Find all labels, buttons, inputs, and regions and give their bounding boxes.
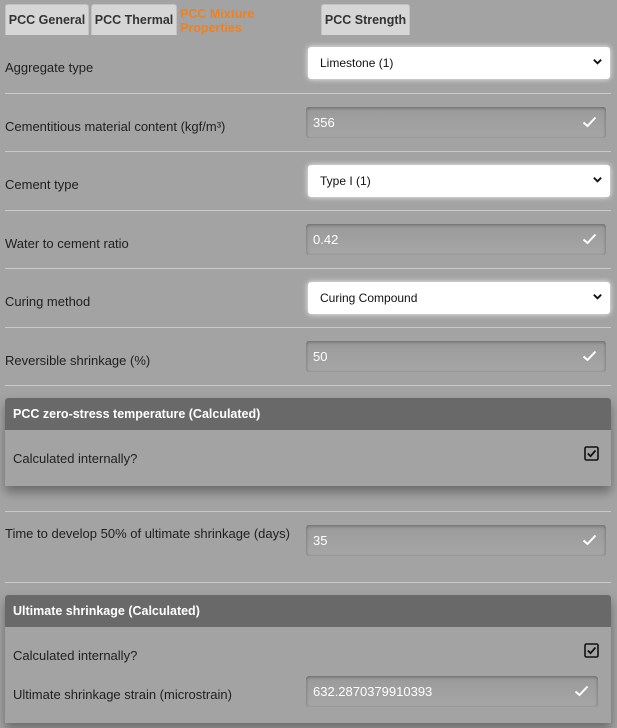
cement-type-value: Type I (1) <box>320 174 371 188</box>
check-icon <box>582 350 597 362</box>
ultimate-strain-value: 632.2870379910393 <box>313 684 433 699</box>
cementitious-content-input[interactable]: 356 <box>306 107 606 138</box>
chevron-down-icon <box>593 59 602 65</box>
reversible-shrinkage-value: 50 <box>313 349 328 364</box>
cement-type-select[interactable]: Type I (1) <box>308 165 610 197</box>
reversible-shrinkage-input[interactable]: 50 <box>306 341 606 372</box>
time-50-input[interactable]: 35 <box>306 525 606 556</box>
check-icon <box>582 233 597 245</box>
curing-method-value: Curing Compound <box>320 291 418 305</box>
divider <box>5 268 611 269</box>
water-cement-ratio-input[interactable]: 0.42 <box>306 224 606 255</box>
time-50-label: Time to develop 50% of ultimate shrinkag… <box>5 526 290 541</box>
divider <box>5 210 611 211</box>
ultimate-strain-input[interactable]: 632.2870379910393 <box>306 676 598 707</box>
divider <box>5 385 611 386</box>
tab-bar: PCC General PCC Thermal PCC Mixture Prop… <box>0 0 617 37</box>
divider <box>5 327 611 328</box>
aggregate-type-select[interactable]: Limestone (1) <box>308 47 610 79</box>
tab-pcc-general[interactable]: PCC General <box>5 4 89 35</box>
check-icon <box>582 534 597 546</box>
chevron-down-icon <box>593 294 602 300</box>
chevron-down-icon <box>593 177 602 183</box>
aggregate-type-value: Limestone (1) <box>320 56 394 70</box>
ultimate-strain-label: Ultimate shrinkage strain (microstrain) <box>13 687 232 702</box>
zero-stress-temperature-card: PCC zero-stress temperature (Calculated)… <box>5 398 611 486</box>
curing-method-label: Curing method <box>5 294 91 309</box>
reversible-shrinkage-label: Reversible shrinkage (%) <box>5 353 151 368</box>
cementitious-content-value: 356 <box>313 115 335 130</box>
water-cement-ratio-value: 0.42 <box>313 232 339 247</box>
cement-type-label: Cement type <box>5 177 79 192</box>
checkbox-checked-icon[interactable] <box>584 446 599 461</box>
water-cement-ratio-label: Water to cement ratio <box>5 236 129 251</box>
tab-pcc-mixture-properties[interactable]: PCC Mixture Properties <box>179 4 319 37</box>
checkbox-checked-icon[interactable] <box>584 643 599 658</box>
tab-pcc-thermal[interactable]: PCC Thermal <box>91 4 177 35</box>
ultimate-shrinkage-card-title: Ultimate shrinkage (Calculated) <box>5 595 611 627</box>
tab-pcc-strength[interactable]: PCC Strength <box>321 4 410 35</box>
zero-stress-card-title: PCC zero-stress temperature (Calculated) <box>5 398 611 430</box>
zero-stress-calc-label: Calculated internally? <box>13 451 138 466</box>
divider <box>5 93 611 94</box>
ultimate-calc-label: Calculated internally? <box>13 648 138 663</box>
aggregate-type-label: Aggregate type <box>5 60 94 75</box>
divider <box>5 582 611 583</box>
time-50-value: 35 <box>313 533 328 548</box>
curing-method-select[interactable]: Curing Compound <box>308 282 610 314</box>
cementitious-content-label: Cementitious material content (kgf/m³) <box>5 119 226 134</box>
ultimate-shrinkage-card: Ultimate shrinkage (Calculated) Calculat… <box>5 595 611 723</box>
divider <box>5 151 611 152</box>
divider <box>5 511 611 512</box>
check-icon <box>574 685 589 697</box>
check-icon <box>582 116 597 128</box>
